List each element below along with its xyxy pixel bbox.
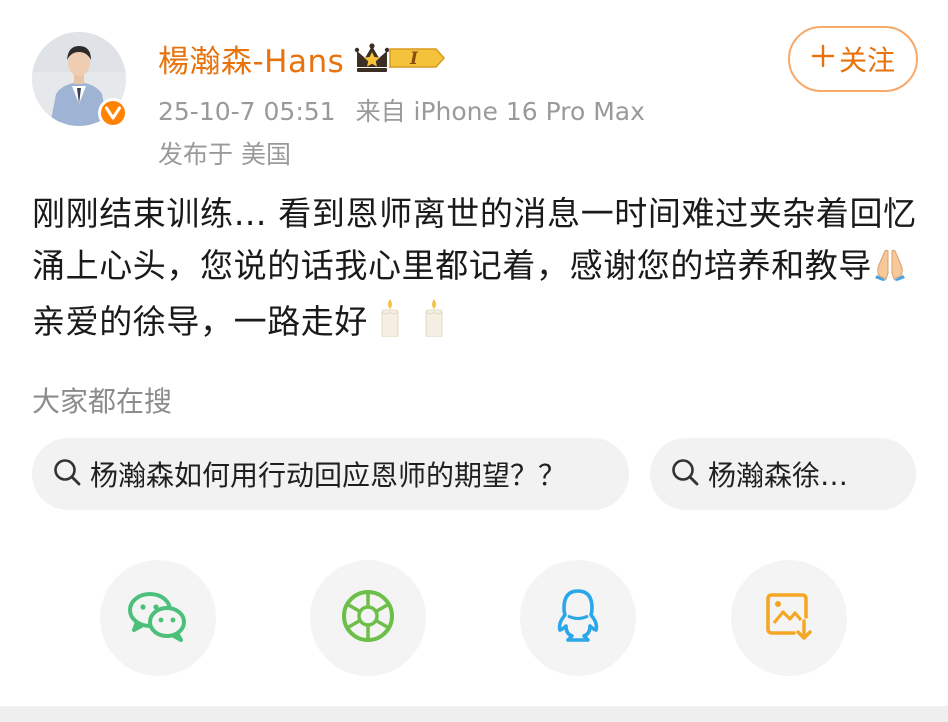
plus-icon xyxy=(811,44,835,74)
share-moments-button[interactable] xyxy=(310,560,426,676)
wechat-icon xyxy=(127,590,189,646)
follow-label: 关注 xyxy=(838,44,895,77)
search-icon xyxy=(52,457,82,491)
qq-icon xyxy=(554,588,602,648)
share-qq-button[interactable] xyxy=(520,560,636,676)
post-content: 刚刚结束训练… 看到恩师离世的消息一时间难过夹杂着回忆涌上心头，您说的话我心里都… xyxy=(32,188,922,352)
search-suggestion-label: 杨瀚森徐… xyxy=(708,459,849,492)
candle-emoji-icon xyxy=(368,297,412,352)
search-icon xyxy=(670,457,700,491)
vip-level-text: I xyxy=(409,49,419,69)
moments-icon xyxy=(341,589,395,647)
share-wechat-button[interactable] xyxy=(100,560,216,676)
search-suggestion-1[interactable]: 杨瀚森如何用行动回应恩师的期望？？ xyxy=(32,438,629,510)
post-location: 发布于 美国 xyxy=(158,140,291,169)
search-suggestion-2[interactable]: 杨瀚森徐… xyxy=(650,438,916,510)
post-text-part1: 刚刚结束训练… 看到恩师离世的消息一时间难过夹杂着回忆涌上心头，您说的话我心里都… xyxy=(32,194,917,285)
save-image-icon xyxy=(764,591,814,645)
candle-emoji-icon xyxy=(412,297,456,352)
search-suggestion-label: 杨瀚森如何用行动回应恩师的期望？？ xyxy=(90,459,567,492)
bottom-divider xyxy=(0,706,948,722)
praying-hands-emoji-icon xyxy=(872,244,908,296)
save-image-button[interactable] xyxy=(731,560,847,676)
avatar[interactable] xyxy=(32,32,128,128)
vip-crown-badge-icon[interactable]: I xyxy=(354,41,446,75)
verified-badge-icon xyxy=(98,98,128,128)
name-row: 楊瀚森-Hans I xyxy=(158,36,446,80)
trending-search-title: 大家都在搜 xyxy=(32,385,173,418)
post-text-part2: 亲爱的徐导，一路走好 xyxy=(32,302,368,341)
username[interactable]: 楊瀚森-Hans xyxy=(158,36,344,81)
post-timestamp: 25-10-7 05:51 xyxy=(158,97,336,126)
post-source: 来自 iPhone 16 Pro Max xyxy=(355,97,645,126)
weibo-post-page: 楊瀚森-Hans I 25-10-7 05:51 来自 iPhone 16 Pro… xyxy=(0,0,948,722)
post-meta: 25-10-7 05:51 来自 iPhone 16 Pro Max xyxy=(158,92,645,128)
follow-button[interactable]: 关注 xyxy=(788,26,918,92)
